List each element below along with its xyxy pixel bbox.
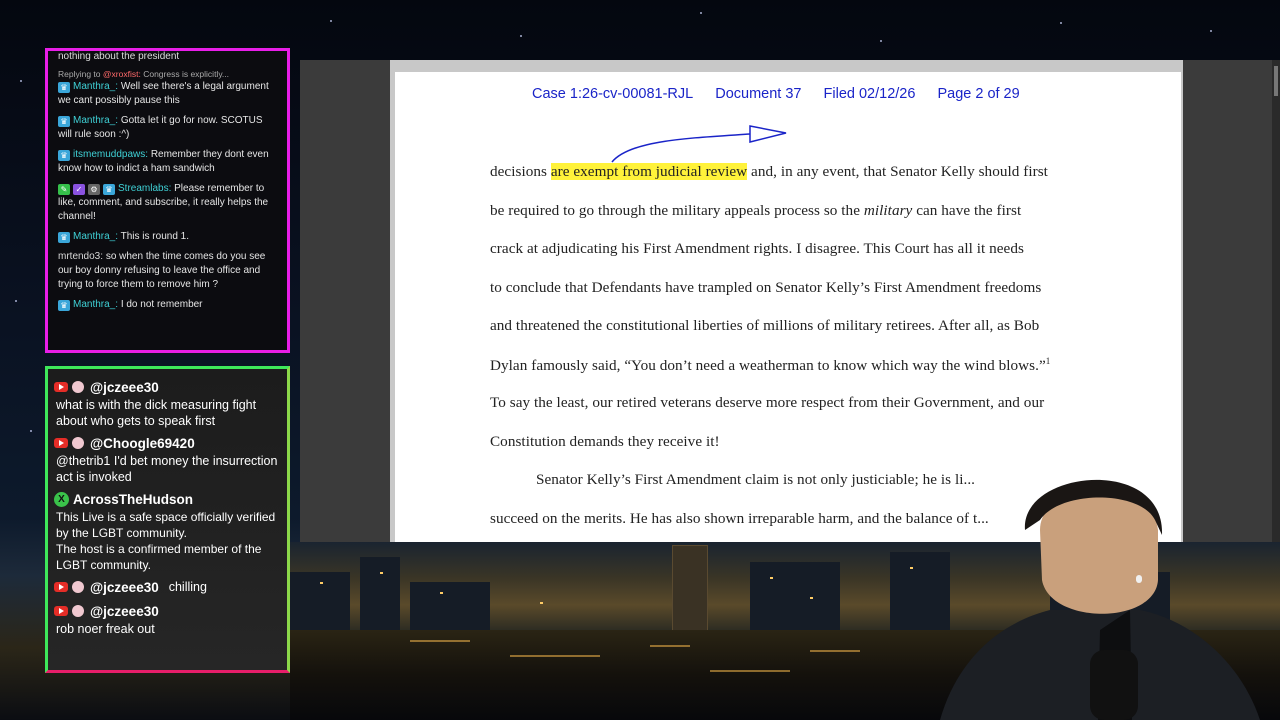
chat-panel-top[interactable]: nothing about the president Replying to … bbox=[45, 48, 290, 353]
chat-message: ♛ Manthra_: This is round 1. bbox=[48, 230, 287, 244]
chat-username[interactable]: @jczeee30 bbox=[90, 604, 159, 619]
chat-username[interactable]: @jczeee30 bbox=[90, 580, 159, 595]
chat-username[interactable]: @jczeee30 bbox=[90, 380, 159, 395]
document-line: be required to go through the military a… bbox=[490, 202, 1022, 219]
reply-text: Congress is explicitly... bbox=[143, 69, 230, 79]
youtube-icon bbox=[54, 382, 68, 392]
chat-username[interactable]: Manthra_: bbox=[73, 231, 118, 242]
reply-to-user: @xroxfist: bbox=[102, 69, 141, 79]
crown-badge-icon: ♛ bbox=[58, 300, 70, 311]
youtube-icon bbox=[54, 606, 68, 616]
crown-badge-icon: ♛ bbox=[58, 150, 70, 161]
x-platform-icon: X bbox=[54, 491, 69, 507]
chat-message: @jczeee30 rob noer freak out bbox=[48, 601, 287, 637]
chat-message: X AcrossTheHudson This Live is a safe spa… bbox=[48, 489, 287, 573]
document-line: decisions are exempt from judicial revie… bbox=[490, 163, 1048, 180]
chat-username[interactable]: Manthra_: bbox=[73, 115, 118, 126]
chat-text: rob noer freak out bbox=[56, 622, 155, 636]
chat-message: ✎ ✓ ⚙ ♛ Streamlabs: Please remember to like,… bbox=[48, 182, 287, 224]
youtube-icon bbox=[54, 438, 68, 448]
chat-message: @jczeee30 what is with the dick measurin… bbox=[48, 377, 287, 429]
crown-badge-icon: ♛ bbox=[103, 184, 115, 195]
chat-message: ♛ itsmemuddpaws: Remember they dont even … bbox=[48, 148, 287, 176]
chat-text: chilling bbox=[168, 580, 207, 594]
document-line: to conclude that Defendants have trample… bbox=[490, 279, 1042, 296]
chat-text: This is round 1. bbox=[120, 231, 190, 242]
crown-badge-icon: ♛ bbox=[58, 82, 70, 93]
document-header: Case 1:26-cv-00081-RJL Document 37 Filed… bbox=[532, 86, 1038, 102]
document-number: Document 37 bbox=[715, 86, 802, 102]
footnote-marker[interactable]: 1 bbox=[1046, 356, 1051, 366]
chat-username[interactable]: Streamlabs: bbox=[118, 183, 171, 194]
chat-message: ♛ Manthra_: Gotta let it go for now. SCOT… bbox=[48, 114, 287, 142]
gear-badge-icon: ⚙ bbox=[88, 184, 100, 195]
chat-username[interactable]: Manthra_: bbox=[73, 299, 118, 310]
avatar bbox=[72, 381, 84, 393]
chat-message: ♛ Manthra_: Well see there's a legal argu… bbox=[48, 80, 287, 108]
avatar bbox=[72, 581, 84, 593]
youtube-icon bbox=[54, 582, 68, 592]
chat-message: mrtendo3: so when the time comes do you … bbox=[48, 250, 287, 292]
chat-text: The host is a confirmed member of the LG… bbox=[56, 542, 262, 572]
chat-text: what is with the dick measuring fight ab… bbox=[56, 398, 257, 428]
filed-date: Filed 02/12/26 bbox=[823, 86, 916, 102]
document-line: Constitution demands they receive it! bbox=[490, 433, 720, 450]
document-line: To say the least, our retired veterans d… bbox=[490, 394, 1045, 411]
document-line: and threatened the constitutional libert… bbox=[490, 317, 1040, 334]
document-line: crack at adjudicating his First Amendmen… bbox=[490, 240, 1024, 257]
chat-username[interactable]: AcrossTheHudson bbox=[73, 492, 193, 507]
avatar bbox=[72, 605, 84, 617]
chat-username[interactable]: mrtendo3: bbox=[58, 251, 103, 262]
page-count: Page 2 of 29 bbox=[937, 86, 1020, 102]
verified-badge-icon: ✓ bbox=[73, 184, 85, 195]
scrollbar-thumb[interactable] bbox=[1274, 66, 1278, 96]
chat-username[interactable]: @Choogle69420 bbox=[90, 436, 195, 451]
crown-badge-icon: ♛ bbox=[58, 116, 70, 127]
case-number: Case 1:26-cv-00081-RJL bbox=[532, 86, 694, 102]
italic-text: military bbox=[863, 202, 913, 219]
avatar bbox=[72, 437, 84, 449]
streamer-webcam bbox=[940, 479, 1260, 720]
pencil-badge-icon: ✎ bbox=[58, 184, 70, 195]
highlighted-text: are exempt from judicial review bbox=[550, 163, 748, 180]
document-line: Dylan famously said, “You don’t need a w… bbox=[490, 356, 1051, 375]
chat-text: I do not remember bbox=[120, 299, 203, 310]
chat-panel-bottom[interactable]: @jczeee30 what is with the dick measurin… bbox=[45, 366, 290, 673]
crown-badge-icon: ♛ bbox=[58, 232, 70, 243]
chat-username[interactable]: Manthra_: bbox=[73, 81, 118, 92]
chat-message: ♛ Manthra_: I do not remember bbox=[48, 298, 287, 312]
chat-cutoff-line: nothing about the president bbox=[58, 51, 180, 62]
reply-prefix: Replying to bbox=[58, 69, 101, 79]
chat-text: This Live is a safe space officially ver… bbox=[56, 510, 276, 540]
chat-message: @Choogle69420 @thetrib1 I'd bet money th… bbox=[48, 433, 287, 485]
chat-text: @thetrib1 I'd bet money the insurrection… bbox=[56, 454, 278, 484]
reply-context: Replying to @xroxfist: Congress is expli… bbox=[48, 69, 287, 80]
chat-username[interactable]: itsmemuddpaws: bbox=[73, 149, 148, 160]
chat-message: @jczeee30 chilling bbox=[48, 577, 287, 597]
